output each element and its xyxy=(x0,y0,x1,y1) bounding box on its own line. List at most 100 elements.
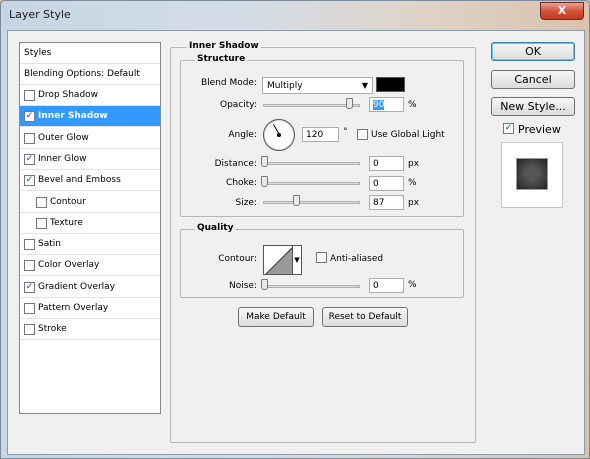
close-button[interactable]: X xyxy=(540,2,584,20)
opacity-slider-thumb[interactable] xyxy=(346,98,354,109)
style-item-label: Contour xyxy=(50,196,86,207)
style-item-stroke[interactable]: Stroke xyxy=(20,319,160,341)
choke-input[interactable]: 0 xyxy=(369,176,404,191)
style-item-texture[interactable]: Texture xyxy=(20,213,160,234)
distance-label: Distance: xyxy=(214,159,257,169)
contour-label: Contour: xyxy=(218,254,257,264)
style-item-outer-glow[interactable]: Outer Glow xyxy=(20,128,160,149)
style-item-inner-glow[interactable]: ✓ Inner Glow xyxy=(20,149,160,170)
opacity-value: 90 xyxy=(373,100,385,110)
shadow-color-swatch[interactable] xyxy=(376,77,405,92)
use-global-light-label: Use Global Light xyxy=(371,130,445,140)
preview-thumbnail xyxy=(501,142,563,208)
blending-options-label: Blending Options: Default xyxy=(24,69,140,79)
style-item-contour[interactable]: Contour xyxy=(20,192,160,213)
style-item-bevel-and-emboss[interactable]: ✓ Bevel and Emboss xyxy=(20,170,160,192)
angle-dial[interactable] xyxy=(263,119,295,151)
style-item-checkbox[interactable] xyxy=(24,303,35,314)
angle-center-dot xyxy=(277,133,281,137)
choke-slider-thumb[interactable] xyxy=(261,176,268,187)
blend-mode-value: Multiply xyxy=(267,81,303,91)
style-item-label: Drop Shadow xyxy=(38,90,99,100)
blend-mode-label: Blend Mode: xyxy=(200,78,257,88)
style-item-checkbox[interactable]: ✓ xyxy=(24,281,35,293)
styles-list: Styles Blending Options: Default Drop Sh… xyxy=(19,42,161,414)
noise-label: Noise: xyxy=(229,281,257,291)
noise-slider-thumb[interactable] xyxy=(261,279,268,290)
preview-label: Preview xyxy=(518,123,561,136)
style-item-checkbox[interactable] xyxy=(24,260,35,272)
style-item-label: Color Overlay xyxy=(38,260,100,271)
reset-to-default-button[interactable]: Reset to Default xyxy=(322,307,408,327)
contour-curve-icon xyxy=(265,247,292,274)
style-item-pattern-overlay[interactable]: Pattern Overlay xyxy=(20,298,160,319)
style-item-checkbox[interactable]: ✓ xyxy=(24,111,35,123)
blend-mode-select[interactable]: Multiply ▼ xyxy=(262,77,373,94)
size-slider-thumb[interactable] xyxy=(292,195,300,206)
style-item-label: Bevel and Emboss xyxy=(38,175,121,186)
style-item-checkbox[interactable] xyxy=(24,324,35,336)
window-title: Layer Style xyxy=(9,8,71,21)
inner-shadow-title: Inner Shadow xyxy=(187,41,261,51)
preview-swatch xyxy=(516,158,548,190)
distance-unit: px xyxy=(408,159,420,169)
style-item-checkbox[interactable]: ✓ xyxy=(24,175,35,187)
new-style-button[interactable]: New Style... xyxy=(491,97,575,116)
choke-slider-track[interactable] xyxy=(263,182,360,185)
style-item-checkbox[interactable] xyxy=(36,217,47,229)
choke-label: Choke: xyxy=(226,178,257,188)
style-item-inner-shadow[interactable]: ✓ Inner Shadow xyxy=(20,106,160,128)
noise-input[interactable]: 0 xyxy=(369,278,404,293)
layer-style-dialog: Layer Style X Styles Blending Options: D… xyxy=(0,0,590,459)
style-item-label: Gradient Overlay xyxy=(38,281,116,292)
preview-checkbox[interactable]: ✓ xyxy=(503,123,514,134)
blending-options-item[interactable]: Blending Options: Default xyxy=(20,64,160,85)
quality-title: Quality xyxy=(195,223,236,233)
style-item-drop-shadow[interactable]: Drop Shadow xyxy=(20,85,160,106)
style-item-checkbox[interactable] xyxy=(36,196,47,208)
opacity-unit: % xyxy=(408,100,417,110)
contour-dropdown-arrow[interactable]: ▼ xyxy=(293,245,302,275)
noise-slider-track[interactable] xyxy=(263,285,360,288)
style-item-label: Satin xyxy=(38,239,61,250)
dialog-body: Styles Blending Options: Default Drop Sh… xyxy=(7,30,585,455)
style-item-satin[interactable]: Satin xyxy=(20,234,160,256)
use-global-light-checkbox[interactable] xyxy=(357,129,368,140)
style-item-checkbox[interactable]: ✓ xyxy=(24,153,35,165)
structure-title: Structure xyxy=(195,54,248,64)
style-item-gradient-overlay[interactable]: ✓ Gradient Overlay xyxy=(20,277,160,298)
ok-button[interactable]: OK xyxy=(491,42,575,61)
size-unit: px xyxy=(408,198,420,208)
title-bar[interactable]: Layer Style X xyxy=(1,1,590,29)
style-item-label: Inner Glow xyxy=(38,153,87,164)
choke-unit: % xyxy=(408,178,417,188)
style-item-label: Pattern Overlay xyxy=(38,303,109,313)
style-item-color-overlay[interactable]: Color Overlay xyxy=(20,255,160,277)
style-item-checkbox[interactable] xyxy=(24,132,35,144)
chevron-down-icon: ▼ xyxy=(361,81,368,90)
distance-slider-track[interactable] xyxy=(263,162,360,165)
noise-unit: % xyxy=(408,280,417,290)
distance-input[interactable]: 0 xyxy=(369,156,404,171)
opacity-label: Opacity: xyxy=(220,100,257,110)
contour-preview[interactable] xyxy=(263,245,293,275)
anti-aliased-checkbox[interactable] xyxy=(316,252,327,263)
distance-slider-thumb[interactable] xyxy=(261,156,268,167)
style-item-label: Outer Glow xyxy=(38,132,89,143)
size-label: Size: xyxy=(235,198,257,208)
anti-aliased-label: Anti-aliased xyxy=(330,254,384,264)
styles-header[interactable]: Styles xyxy=(20,43,160,64)
style-item-checkbox[interactable] xyxy=(24,239,35,251)
opacity-input[interactable]: 90 xyxy=(369,97,404,112)
degree-unit: ° xyxy=(343,127,348,137)
angle-input[interactable]: 120 xyxy=(302,127,339,142)
styles-header-label: Styles xyxy=(24,48,52,58)
cancel-button[interactable]: Cancel xyxy=(491,70,575,89)
size-input[interactable]: 87 xyxy=(369,195,404,210)
style-item-label: Inner Shadow xyxy=(38,111,108,122)
style-item-checkbox[interactable] xyxy=(24,90,35,101)
style-item-label: Texture xyxy=(50,217,83,228)
size-slider-track[interactable] xyxy=(263,201,360,204)
make-default-button[interactable]: Make Default xyxy=(238,307,314,327)
angle-label: Angle: xyxy=(228,130,257,140)
